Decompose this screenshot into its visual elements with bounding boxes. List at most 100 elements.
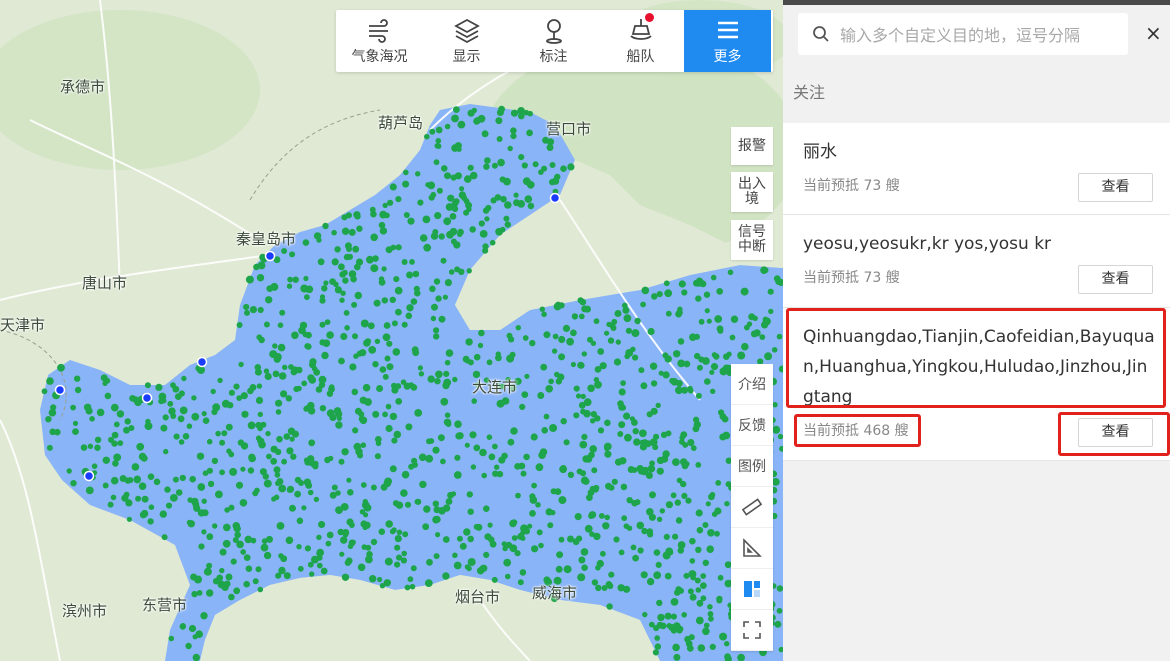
ship-marker[interactable] (432, 500, 439, 507)
ship-marker[interactable] (292, 276, 299, 283)
ship-marker[interactable] (716, 288, 724, 295)
ship-marker[interactable] (604, 445, 610, 452)
ship-marker[interactable] (316, 534, 322, 540)
ship-marker[interactable] (581, 433, 588, 440)
ship-marker[interactable] (206, 467, 213, 474)
ship-marker[interactable] (188, 624, 197, 633)
ship-marker[interactable] (393, 500, 400, 507)
ship-marker[interactable] (285, 395, 292, 402)
ship-marker[interactable] (107, 501, 114, 508)
ship-marker[interactable] (538, 542, 544, 549)
ship-marker[interactable] (453, 561, 462, 570)
legend-button[interactable]: 图例 (731, 446, 773, 487)
ship-marker[interactable] (219, 439, 226, 446)
ship-marker[interactable] (467, 164, 474, 171)
ship-marker[interactable] (243, 580, 250, 588)
ship-marker[interactable] (66, 468, 72, 474)
ship-marker[interactable] (91, 463, 98, 470)
ship-marker[interactable] (123, 426, 130, 434)
ship-marker[interactable] (241, 410, 249, 418)
ship-marker[interactable] (394, 535, 402, 543)
ship-marker[interactable] (175, 489, 183, 496)
ship-marker[interactable] (392, 348, 401, 356)
ship-marker[interactable] (675, 517, 683, 524)
ship-marker[interactable] (579, 440, 588, 449)
ship-marker[interactable] (273, 355, 281, 363)
ship-marker[interactable] (234, 531, 241, 539)
ship-marker[interactable] (138, 482, 147, 491)
ship-marker[interactable] (591, 579, 599, 586)
ship-marker[interactable] (429, 285, 436, 293)
ship-marker[interactable] (670, 492, 677, 499)
ship-marker[interactable] (522, 335, 529, 341)
ship-marker[interactable] (260, 543, 269, 552)
ship-marker[interactable] (683, 360, 691, 368)
destination-search-input[interactable] (838, 21, 1122, 49)
ship-marker[interactable] (670, 613, 678, 620)
ship-marker[interactable] (80, 444, 88, 451)
ship-marker[interactable] (119, 475, 127, 482)
ship-marker[interactable] (444, 279, 452, 287)
ship-marker[interactable] (275, 399, 283, 407)
ship-marker[interactable] (435, 143, 442, 149)
ship-marker[interactable] (238, 361, 244, 368)
ship-marker[interactable] (664, 612, 672, 620)
ship-marker[interactable] (308, 439, 316, 447)
ship-marker[interactable] (689, 558, 696, 564)
ship-marker[interactable] (381, 266, 387, 272)
ship-marker[interactable] (240, 442, 249, 450)
ship-marker[interactable] (247, 387, 254, 395)
ship-marker[interactable] (647, 531, 654, 538)
ship-marker[interactable] (445, 421, 452, 427)
ship-marker[interactable] (521, 162, 528, 169)
ship-marker[interactable] (640, 301, 646, 308)
ship-marker[interactable] (124, 418, 131, 425)
ship-marker[interactable] (170, 494, 178, 502)
ship-marker[interactable] (618, 421, 626, 429)
ship-marker[interactable] (573, 412, 580, 419)
ship-marker[interactable] (381, 297, 388, 304)
ship-marker[interactable] (549, 178, 556, 186)
ship-marker[interactable] (259, 468, 267, 476)
ship-marker[interactable] (648, 513, 657, 521)
ship-marker[interactable] (290, 453, 297, 460)
ship-marker[interactable] (479, 448, 487, 457)
ship-marker[interactable] (499, 176, 506, 183)
ship-marker[interactable] (385, 403, 392, 410)
ship-marker[interactable] (549, 424, 558, 432)
ship-marker[interactable] (700, 582, 707, 589)
ship-marker[interactable] (719, 413, 727, 420)
ship-marker[interactable] (243, 303, 250, 311)
ship-marker[interactable] (307, 561, 314, 568)
ship-marker[interactable] (558, 353, 566, 361)
ship-marker[interactable] (382, 373, 389, 380)
ship-marker[interactable] (389, 412, 398, 421)
ship-marker[interactable] (372, 361, 379, 368)
ship-marker[interactable] (518, 154, 525, 161)
ship-marker[interactable] (704, 378, 711, 385)
ship-marker[interactable] (695, 462, 702, 468)
ship-marker[interactable] (379, 366, 387, 373)
ship-marker[interactable] (605, 482, 612, 490)
ship-marker[interactable] (584, 305, 591, 313)
ship-marker[interactable] (509, 519, 517, 528)
ship-marker[interactable] (567, 471, 575, 478)
ship-marker[interactable] (264, 372, 272, 381)
ship-marker[interactable] (230, 558, 237, 565)
ship-marker[interactable] (57, 363, 65, 372)
ship-marker[interactable] (423, 505, 431, 513)
ship-marker[interactable] (356, 225, 363, 232)
ship-marker[interactable] (618, 388, 626, 396)
ship-marker[interactable] (700, 573, 707, 579)
ship-marker[interactable] (234, 523, 241, 529)
ship-marker[interactable] (347, 489, 354, 496)
ship-marker[interactable] (356, 350, 363, 357)
ship-marker[interactable] (224, 507, 230, 513)
ship-marker[interactable] (541, 427, 548, 434)
ship-marker[interactable] (339, 297, 345, 303)
ship-marker[interactable] (570, 361, 577, 368)
ship-marker[interactable] (304, 545, 311, 552)
ship-marker[interactable] (621, 302, 628, 309)
ship-marker[interactable] (342, 277, 349, 284)
ship-marker[interactable] (620, 380, 626, 386)
